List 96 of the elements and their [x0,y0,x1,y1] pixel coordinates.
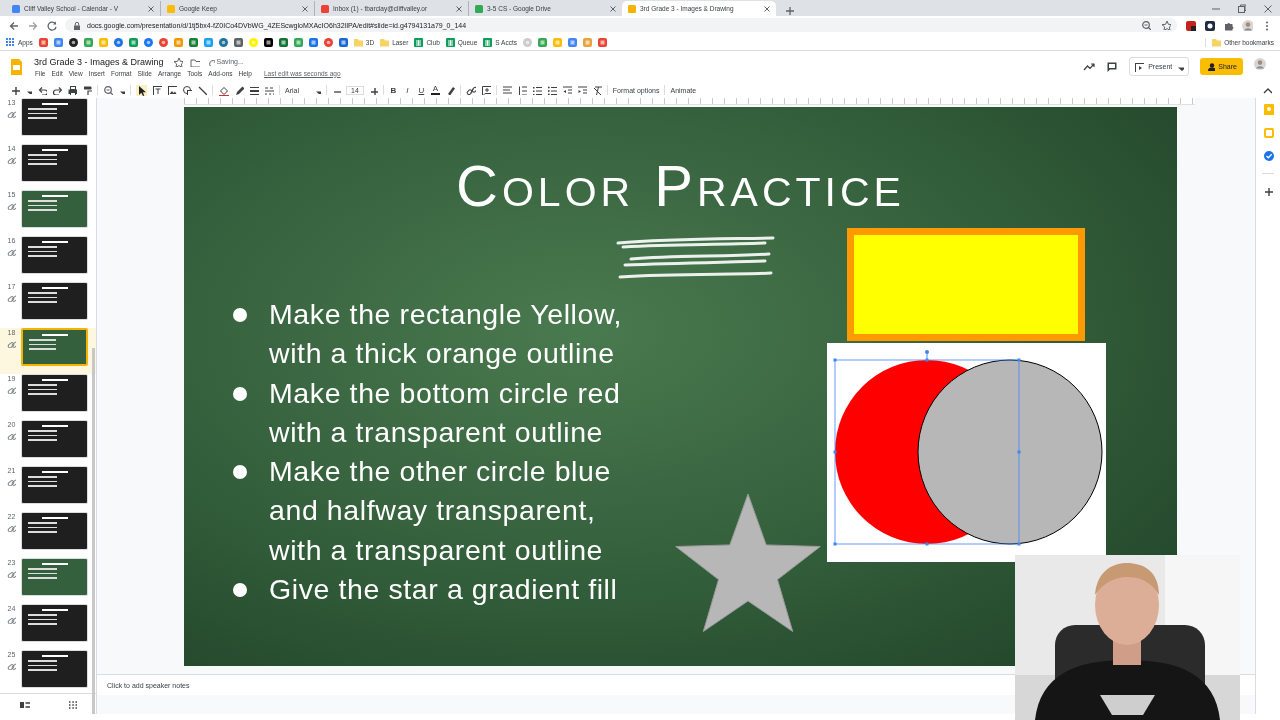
decrease-indent-icon[interactable] [561,85,572,95]
link-icon [7,201,16,210]
fill-color-icon[interactable] [218,84,229,96]
link-icon[interactable] [465,85,476,95]
paint-format-icon[interactable] [82,85,92,95]
scrollbar[interactable] [92,348,95,714]
link-icon [7,661,16,670]
shape-icon[interactable] [182,85,192,95]
restore-icon[interactable] [1236,3,1246,13]
sync-icon [206,57,215,66]
slide-thumbnail[interactable] [21,512,88,550]
play-icon [1134,61,1145,72]
link-icon [7,523,16,532]
bullet-icon [233,465,247,480]
slide-thumbnail[interactable] [21,282,88,320]
slide-thumbnail[interactable] [21,144,88,182]
grid-view-icon[interactable] [66,698,78,710]
trend-line-icon[interactable] [1083,60,1096,73]
text-box-icon[interactable] [152,85,162,95]
image-icon[interactable] [167,85,177,95]
star-icon[interactable] [172,56,183,67]
print-icon[interactable] [67,85,77,95]
add-icon[interactable] [1262,186,1274,197]
bookmark-icon[interactable] [233,37,243,47]
bookmark-star-icon[interactable] [1161,20,1171,30]
slide-thumbnail[interactable] [21,190,88,228]
slide-thumbnail[interactable] [21,328,88,366]
slide-thumbnail[interactable] [21,98,88,136]
close-icon[interactable] [302,5,308,12]
slide-thumbnail[interactable] [21,558,88,596]
numbered-list-icon[interactable] [531,85,542,95]
link-icon [7,477,16,486]
bullet-icon [233,386,247,401]
bold-button[interactable]: B [388,85,398,95]
close-icon[interactable] [764,5,770,12]
extension-icon[interactable] [1204,19,1215,31]
slide-thumbnail[interactable] [21,374,88,412]
folder-icon [1212,37,1222,47]
bullet-text: Give the star a gradient fill [269,572,618,608]
check-icon[interactable] [1262,150,1274,161]
zoom-icon[interactable] [1141,20,1151,30]
close-icon[interactable] [456,5,462,12]
link-icon [7,293,16,302]
close-icon[interactable] [148,5,154,12]
redo-icon[interactable] [52,85,62,95]
slide-thumbnail[interactable] [21,604,88,642]
text-color-button[interactable]: A [430,85,440,95]
bookmark-icon[interactable] [68,37,78,47]
comment-icon[interactable] [1106,60,1119,73]
italic-button[interactable]: I [402,85,412,95]
slide-thumbnail[interactable] [21,236,88,274]
link-icon [7,155,16,164]
bulleted-list-icon[interactable] [546,85,557,95]
close-icon[interactable] [610,5,616,12]
border-dash-icon[interactable] [264,85,274,95]
reload-icon[interactable] [46,19,57,31]
border-color-icon[interactable] [234,85,244,95]
bullet-text: Make the rectangle Yellow, with a thick orange outline [269,297,623,372]
increase-size-icon[interactable] [368,85,378,95]
clear-format-icon[interactable] [591,85,602,95]
bullet-icon [233,583,247,598]
slide-thumbnail[interactable] [21,466,88,504]
back-icon[interactable] [8,19,19,31]
bookmark-icon[interactable] [263,37,273,47]
add-comment-icon[interactable] [480,85,491,95]
line-icon[interactable] [197,85,207,95]
link-icon [7,339,16,348]
bullet-text: Make the other circle blue and halfway transparent, with a transparent outline [269,454,611,568]
bullet-icon [233,308,247,322]
bullet-text: Make the bottom circle red with a transparent outline [269,375,621,450]
new-slide-icon[interactable] [10,85,20,95]
link-icon [7,569,16,578]
align-icon[interactable] [501,85,512,95]
link-icon [7,615,16,624]
slide-thumbnail[interactable] [21,420,88,458]
increase-indent-icon[interactable] [576,85,587,95]
border-weight-icon[interactable] [249,85,259,95]
folder-icon[interactable] [189,56,200,67]
person-icon [1206,62,1216,71]
close-icon[interactable] [1262,3,1272,13]
new-tab-icon[interactable] [784,5,794,15]
line-spacing-icon[interactable] [516,85,527,95]
lock-icon [71,20,81,30]
slide-title: Color Practice [456,152,905,220]
underline-button[interactable]: U [416,85,426,95]
slide-thumbnail[interactable] [21,650,88,688]
undo-icon[interactable] [37,85,47,95]
avatar-icon[interactable] [1242,19,1253,31]
document-title[interactable]: 3rd Grade 3 - Images & Drawing [32,56,166,67]
extension-icon[interactable] [1185,19,1196,31]
link-icon [7,247,16,256]
zoom-icon[interactable] [103,85,113,95]
cursor-icon[interactable] [136,84,147,96]
link-icon [7,109,16,118]
link-icon [7,431,16,440]
link-icon [7,385,16,394]
